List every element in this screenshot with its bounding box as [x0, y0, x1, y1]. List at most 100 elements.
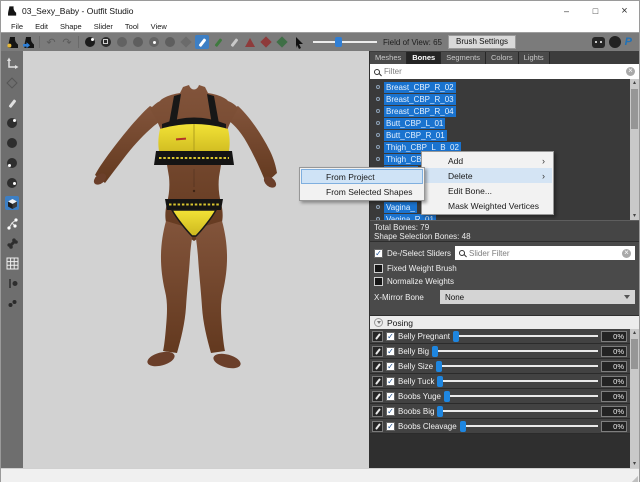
transform-move-icon[interactable]	[5, 56, 19, 70]
weight-paint-button[interactable]	[372, 391, 383, 402]
fov-slider[interactable]	[313, 41, 377, 43]
normalize-weights-checkbox[interactable]	[374, 277, 383, 286]
slider-checkbox[interactable]: ✓	[386, 377, 395, 386]
slider-filter-input[interactable]	[469, 249, 618, 258]
slider-checkbox[interactable]: ✓	[386, 407, 395, 416]
green-diamond-brush-icon[interactable]	[275, 35, 289, 49]
slider-value[interactable]: 0%	[601, 331, 627, 342]
bone-filter-input[interactable]	[384, 67, 622, 76]
menu-item-add[interactable]: Add›	[423, 153, 552, 168]
collapse-chevron-icon[interactable]	[374, 318, 383, 327]
bone-item[interactable]: Breast_CBP_R_04	[370, 105, 639, 117]
brush-settings-button[interactable]: Brush Settings	[448, 35, 516, 49]
bone-item[interactable]: Butt_CBP_L_01	[370, 117, 639, 129]
bone-icon[interactable]	[5, 236, 19, 250]
brush-dot-r-icon[interactable]	[5, 176, 19, 190]
resize-grip[interactable]: ◢	[632, 474, 638, 482]
menu-item-delete[interactable]: Delete›	[423, 168, 552, 183]
weight-paint-button[interactable]	[372, 361, 383, 372]
pin-icon[interactable]	[5, 276, 19, 290]
slider-checkbox[interactable]: ✓	[386, 362, 395, 371]
brush-deflate-icon[interactable]	[131, 35, 145, 49]
brush-smooth-icon[interactable]	[163, 35, 177, 49]
discord-icon[interactable]	[592, 37, 605, 48]
weight-paint-brush-icon[interactable]	[195, 35, 209, 49]
github-icon[interactable]	[609, 36, 621, 48]
close-button[interactable]: ×	[610, 1, 639, 21]
slider-value[interactable]: 0%	[601, 391, 627, 402]
slider-checkbox[interactable]: ✓	[386, 392, 395, 401]
menu-slider[interactable]: Slider	[88, 22, 119, 31]
bone-list-scrollbar[interactable]: ▴ ▾	[630, 79, 639, 220]
brush-dot-tr-icon[interactable]	[5, 116, 19, 130]
menu-edit[interactable]: Edit	[29, 22, 54, 31]
slider-value[interactable]: 0%	[601, 346, 627, 357]
show-nodes-icon[interactable]	[5, 76, 19, 90]
tab-lights[interactable]: Lights	[519, 52, 550, 64]
scroll-down-icon[interactable]: ▾	[633, 460, 636, 468]
brush-inflate-icon[interactable]	[115, 35, 129, 49]
collision-brush-icon[interactable]	[243, 35, 257, 49]
slider-track[interactable]	[437, 375, 598, 387]
slider-track[interactable]	[436, 360, 598, 372]
weight-paint-button[interactable]	[372, 421, 383, 432]
load-project-icon[interactable]	[5, 35, 19, 49]
inflate-brush-icon[interactable]	[5, 96, 19, 110]
redo-icon[interactable]: ↷	[60, 35, 74, 49]
menu-tool[interactable]: Tool	[119, 22, 145, 31]
slider-checkbox[interactable]: ✓	[386, 332, 395, 341]
scrollbar-thumb[interactable]	[631, 89, 638, 129]
perspective-cube-icon[interactable]	[5, 196, 19, 210]
load-reference-icon[interactable]	[21, 35, 35, 49]
scroll-up-icon[interactable]: ▴	[633, 329, 636, 337]
slider-track[interactable]	[444, 390, 598, 402]
maximize-button[interactable]: □	[581, 1, 610, 21]
brush-mask-icon[interactable]	[83, 35, 97, 49]
deselect-sliders-checkbox[interactable]: ✓	[374, 249, 383, 258]
fixed-weight-brush-checkbox[interactable]	[374, 264, 383, 273]
scrollbar-thumb[interactable]	[631, 339, 638, 369]
brush-move-icon[interactable]	[147, 35, 161, 49]
slider-value[interactable]: 0%	[601, 421, 627, 432]
brush-dot-bl-icon[interactable]	[5, 156, 19, 170]
submenu-item-from-project[interactable]: From Project	[301, 169, 423, 184]
x-mirror-bone-dropdown[interactable]: None	[440, 290, 635, 304]
alpha-brush-icon[interactable]	[227, 35, 241, 49]
viewport-canvas[interactable]	[23, 51, 369, 468]
weight-paint-button[interactable]	[372, 331, 383, 342]
minimize-button[interactable]: –	[552, 1, 581, 21]
vertex-edit-icon[interactable]	[5, 216, 19, 230]
brush-select-icon[interactable]	[99, 35, 113, 49]
menu-item-edit-bone-[interactable]: Edit Bone...	[423, 183, 552, 198]
color-paint-brush-icon[interactable]	[211, 35, 225, 49]
slider-track[interactable]	[453, 330, 598, 342]
paypal-icon[interactable]: P	[625, 36, 632, 48]
menu-view[interactable]: View	[145, 22, 173, 31]
weight-paint-button[interactable]	[372, 406, 383, 417]
submenu-item-from-selected-shapes[interactable]: From Selected Shapes	[301, 184, 423, 199]
slider-value[interactable]: 0%	[601, 361, 627, 372]
scroll-up-icon[interactable]: ▴	[633, 79, 636, 87]
dots-icon[interactable]	[5, 296, 19, 310]
red-diamond-brush-icon[interactable]	[259, 35, 273, 49]
weight-paint-button[interactable]	[372, 376, 383, 387]
menu-file[interactable]: File	[5, 22, 29, 31]
slider-checkbox[interactable]: ✓	[386, 347, 395, 356]
undo-icon[interactable]: ↶	[44, 35, 58, 49]
fov-slider-thumb[interactable]	[335, 37, 342, 47]
posing-section-header[interactable]: Posing	[370, 315, 639, 329]
vertex-select-cursor-icon[interactable]	[291, 35, 305, 49]
slider-value[interactable]: 0%	[601, 376, 627, 387]
slider-track[interactable]	[432, 345, 598, 357]
slider-value[interactable]: 0%	[601, 406, 627, 417]
bone-item[interactable]: Butt_CBP_R_01	[370, 129, 639, 141]
clear-slider-filter-icon[interactable]: ×	[622, 249, 631, 258]
grid-icon[interactable]	[5, 256, 19, 270]
slider-checkbox[interactable]: ✓	[386, 422, 395, 431]
brush-erase-icon[interactable]	[179, 35, 193, 49]
scroll-down-icon[interactable]: ▾	[633, 212, 636, 220]
tab-colors[interactable]: Colors	[486, 52, 519, 64]
slider-track[interactable]	[460, 420, 598, 432]
weight-paint-button[interactable]	[372, 346, 383, 357]
menu-item-mask-weighted-vertices[interactable]: Mask Weighted Vertices	[423, 198, 552, 213]
